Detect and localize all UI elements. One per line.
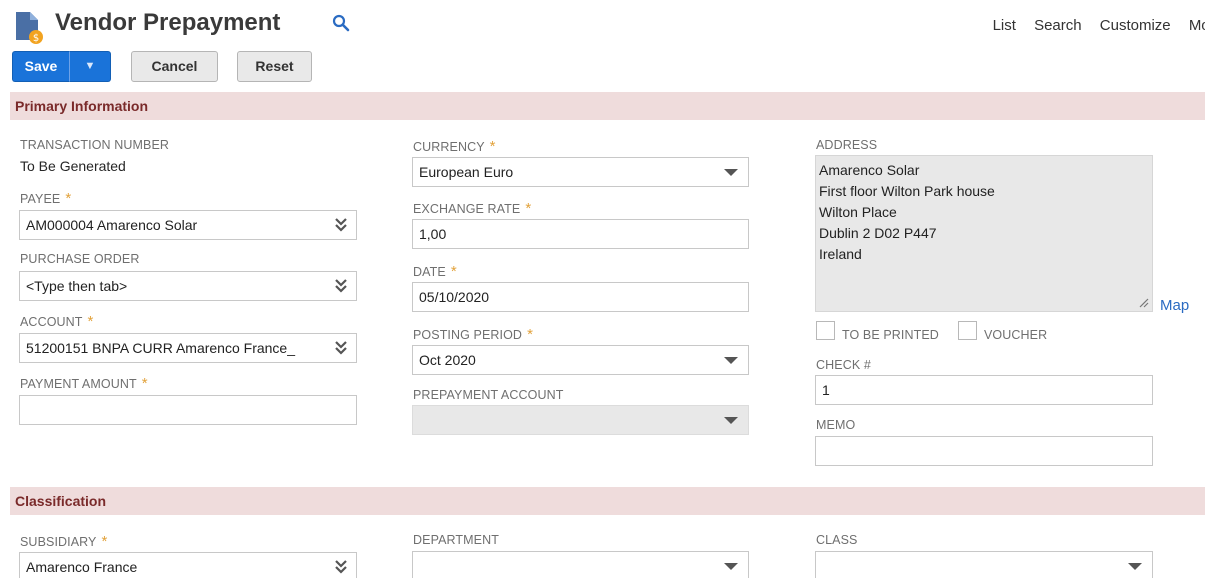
voucher-checkbox[interactable] — [958, 321, 977, 340]
address-label: ADDRESS — [816, 138, 878, 152]
posting-period-label: POSTING PERIOD * — [413, 326, 533, 343]
exchange-rate-label: EXCHANGE RATE * — [413, 200, 532, 217]
double-chevron-down-icon[interactable] — [334, 559, 348, 575]
section-primary-information[interactable]: Primary Information — [10, 92, 1205, 120]
address-line: Amarenco Solar — [819, 162, 920, 178]
top-nav-links: List Search Customize More — [979, 17, 1205, 34]
purchase-order-field[interactable]: <Type then tab> — [19, 271, 357, 301]
purchase-order-label: PURCHASE ORDER — [20, 252, 140, 266]
svg-text:$: $ — [33, 33, 39, 44]
to-be-printed-label: TO BE PRINTED — [842, 328, 939, 342]
resize-grip-icon[interactable] — [1139, 298, 1149, 308]
save-menu-dropdown-button[interactable]: ▼ — [69, 51, 111, 82]
date-field[interactable]: 05/10/2020 — [412, 282, 749, 312]
page-title: Vendor Prepayment — [55, 9, 281, 36]
payment-amount-field[interactable] — [19, 395, 357, 425]
double-chevron-down-icon[interactable] — [334, 278, 348, 294]
subsidiary-value: Amarenco France — [26, 559, 138, 575]
list-link[interactable]: List — [993, 17, 1016, 34]
required-marker: * — [489, 138, 496, 155]
transaction-number-label: TRANSACTION NUMBER — [20, 138, 170, 152]
address-line: Ireland — [819, 246, 862, 262]
subsidiary-field[interactable]: Amarenco France — [19, 552, 357, 578]
payment-amount-label: PAYMENT AMOUNT * — [20, 375, 148, 392]
section-classification[interactable]: Classification — [10, 487, 1205, 515]
more-link[interactable]: More — [1189, 17, 1205, 34]
prepayment-account-select — [412, 405, 749, 435]
posting-period-select[interactable]: Oct 2020 — [412, 345, 749, 375]
dropdown-arrow-icon[interactable] — [724, 357, 738, 364]
subsidiary-label: SUBSIDIARY * — [20, 533, 108, 550]
currency-label: CURRENCY * — [413, 138, 496, 155]
dropdown-arrow-icon[interactable] — [724, 169, 738, 176]
dropdown-arrow-icon[interactable] — [1128, 563, 1142, 570]
search-icon[interactable] — [332, 14, 350, 32]
payee-field[interactable]: AM000004 Amarenco Solar — [19, 210, 357, 240]
dropdown-arrow-icon — [724, 417, 738, 424]
class-label: CLASS — [816, 533, 858, 547]
exchange-rate-field[interactable]: 1,00 — [412, 219, 749, 249]
date-label: DATE * — [413, 263, 457, 280]
required-marker: * — [87, 313, 94, 330]
currency-value: European Euro — [419, 164, 514, 180]
address-line: Dublin 2 D02 P447 — [819, 225, 937, 241]
prepayment-account-label: PREPAYMENT ACCOUNT — [413, 388, 564, 402]
class-select[interactable] — [815, 551, 1153, 578]
required-marker: * — [101, 533, 108, 550]
address-line: Wilton Place — [819, 204, 897, 220]
purchase-order-value: <Type then tab> — [26, 278, 128, 294]
double-chevron-down-icon[interactable] — [334, 217, 348, 233]
customize-link[interactable]: Customize — [1100, 17, 1171, 34]
address-line: First floor Wilton Park house — [819, 183, 995, 199]
required-marker: * — [527, 326, 533, 343]
save-button[interactable]: Save — [12, 51, 69, 82]
required-marker: * — [65, 190, 72, 207]
account-value: 51200151 BNPA CURR Amarenco France_ — [26, 340, 295, 356]
dropdown-arrow-icon[interactable] — [724, 563, 738, 570]
department-label: DEPARTMENT — [413, 533, 499, 547]
cancel-button[interactable]: Cancel — [131, 51, 218, 82]
payee-value: AM000004 Amarenco Solar — [26, 217, 198, 233]
voucher-label: VOUCHER — [984, 328, 1048, 342]
vendor-prepayment-icon: $ — [16, 12, 43, 44]
reset-button[interactable]: Reset — [237, 51, 312, 82]
account-field[interactable]: 51200151 BNPA CURR Amarenco France_ — [19, 333, 357, 363]
required-marker: * — [525, 200, 532, 217]
check-number-label: CHECK # — [816, 358, 871, 372]
required-marker: * — [450, 263, 457, 280]
currency-select[interactable]: European Euro — [412, 157, 749, 187]
double-chevron-down-icon[interactable] — [334, 340, 348, 356]
memo-field[interactable] — [815, 436, 1153, 466]
address-textarea[interactable]: Amarenco Solar First floor Wilton Park h… — [815, 155, 1153, 312]
payee-label: PAYEE * — [20, 190, 72, 207]
search-link[interactable]: Search — [1034, 17, 1082, 34]
check-number-field[interactable]: 1 — [815, 375, 1153, 405]
map-link[interactable]: Map — [1160, 297, 1189, 314]
transaction-number-value: To Be Generated — [20, 158, 126, 174]
posting-period-value: Oct 2020 — [419, 352, 476, 368]
account-label: ACCOUNT * — [20, 313, 94, 330]
memo-label: MEMO — [816, 418, 856, 432]
to-be-printed-checkbox[interactable] — [816, 321, 835, 340]
required-marker: * — [141, 375, 148, 392]
department-select[interactable] — [412, 551, 749, 578]
